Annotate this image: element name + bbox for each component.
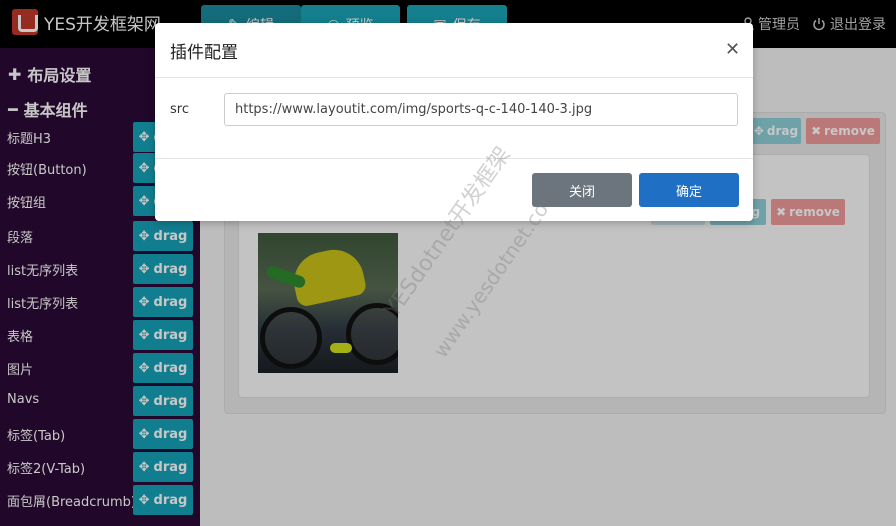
dialog-divider xyxy=(155,158,753,159)
confirm-button[interactable]: 确定 xyxy=(639,173,739,207)
src-input[interactable] xyxy=(224,93,738,126)
src-label: src xyxy=(170,102,189,117)
dialog-header: 插件配置 ✕ xyxy=(155,23,753,78)
close-icon[interactable]: ✕ xyxy=(725,39,740,60)
dialog-title: 插件配置 xyxy=(170,43,238,63)
